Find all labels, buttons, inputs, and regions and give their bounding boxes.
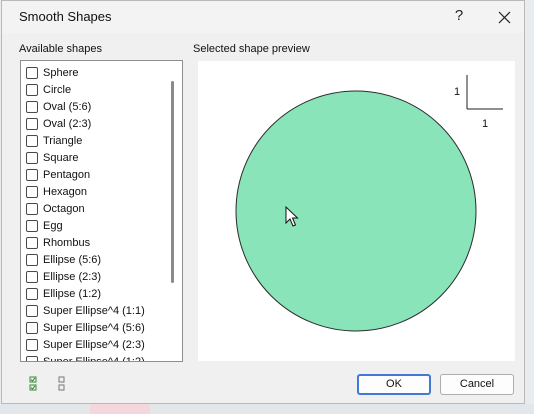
shape-label: Circle <box>43 83 72 96</box>
shape-label: Oval (5:6) <box>43 100 92 113</box>
shape-preview-panel: 1 1 <box>198 61 515 361</box>
close-button[interactable] <box>487 4 521 30</box>
list-scrollbar-thumb[interactable] <box>171 81 174 283</box>
check-all-button[interactable] <box>27 376 41 392</box>
cancel-button[interactable]: Cancel <box>440 374 514 395</box>
uncheck-all-icon <box>58 376 65 391</box>
shape-label: Octagon <box>43 202 85 215</box>
list-item[interactable]: Super Ellipse^4 (2:3) <box>26 336 145 353</box>
close-icon <box>498 11 511 24</box>
background-strip <box>0 404 534 414</box>
list-item[interactable]: Oval (5:6) <box>26 98 91 115</box>
shape-label: Rhombus <box>43 236 91 249</box>
list-item[interactable]: Super Ellipse^4 (1:1) <box>26 302 145 319</box>
shape-label: Ellipse (5:6) <box>43 253 102 266</box>
shape-checkbox[interactable] <box>26 185 38 198</box>
help-button[interactable]: ? <box>444 4 474 30</box>
list-item[interactable]: Oval (2:3) <box>26 115 91 132</box>
shape-checkbox[interactable] <box>26 287 38 300</box>
shape-label: Triangle <box>43 134 83 147</box>
shape-label: Ellipse (1:2) <box>43 287 102 300</box>
list-item[interactable]: Square <box>26 149 78 166</box>
shape-checkbox[interactable] <box>26 321 38 334</box>
shape-list[interactable]: Sphere Circle Oval (5:6) Oval (2:3) Triangle… <box>20 60 183 362</box>
shape-label: Ellipse (2:3) <box>43 270 102 283</box>
available-shapes-label: Available shapes <box>19 43 102 55</box>
list-item[interactable]: Rhombus <box>26 234 90 251</box>
smooth-shapes-dialog: Smooth Shapes ? Available shapes Selecte… <box>1 0 525 404</box>
shape-checkbox[interactable] <box>26 100 38 113</box>
shape-checkbox[interactable] <box>26 304 38 317</box>
list-item[interactable]: Super Ellipse^4 (5:6) <box>26 319 145 336</box>
background-strip-accent <box>90 404 150 414</box>
shape-label: Sphere <box>43 66 79 79</box>
dialog-title: Smooth Shapes <box>19 9 112 24</box>
shape-label: Super Ellipse^4 (1:1) <box>43 304 145 317</box>
shape-label: Super Ellipse^4 (5:6) <box>43 321 145 334</box>
list-item[interactable]: Sphere <box>26 64 78 81</box>
preview-label: Selected shape preview <box>193 43 310 55</box>
shape-checkbox[interactable] <box>26 134 38 147</box>
list-item[interactable]: Triangle <box>26 132 82 149</box>
preview-canvas: 1 1 <box>235 75 503 332</box>
scale-y-label: 1 <box>454 86 460 98</box>
title-bar: Smooth Shapes ? <box>2 1 524 33</box>
shape-label: Square <box>43 151 79 164</box>
shape-label: Super Ellipse^4 (2:3) <box>43 338 145 351</box>
shape-checkbox[interactable] <box>26 270 38 283</box>
list-item[interactable]: Ellipse (2:3) <box>26 268 101 285</box>
list-item[interactable]: Ellipse (1:2) <box>26 285 101 302</box>
shape-checkbox[interactable] <box>26 66 38 79</box>
shape-label: Egg <box>43 219 63 232</box>
list-item[interactable]: Pentagon <box>26 166 90 183</box>
uncheck-all-button[interactable] <box>55 376 69 392</box>
shape-checkbox[interactable] <box>26 202 38 215</box>
check-all-icon <box>29 376 37 391</box>
list-item[interactable]: Super Ellipse^4 (1:2) <box>26 353 145 362</box>
shape-checkbox[interactable] <box>26 338 38 351</box>
shape-label: Super Ellipse^4 (1:2) <box>43 355 145 362</box>
list-item[interactable]: Octagon <box>26 200 85 217</box>
shape-checkbox[interactable] <box>26 117 38 130</box>
shape-checkbox[interactable] <box>26 219 38 232</box>
list-item[interactable]: Ellipse (5:6) <box>26 251 101 268</box>
list-item[interactable]: Circle <box>26 81 71 98</box>
shape-checkbox[interactable] <box>26 355 38 361</box>
scale-x-label: 1 <box>482 118 488 130</box>
list-item[interactable]: Egg <box>26 217 63 234</box>
preview-shape-circle <box>235 90 477 332</box>
list-item[interactable]: Hexagon <box>26 183 87 200</box>
shape-checkbox[interactable] <box>26 168 38 181</box>
shape-label: Pentagon <box>43 168 91 181</box>
ok-button[interactable]: OK <box>357 374 431 395</box>
shape-label: Hexagon <box>43 185 88 198</box>
shape-label: Oval (2:3) <box>43 117 92 130</box>
shape-checkbox[interactable] <box>26 253 38 266</box>
shape-checkbox[interactable] <box>26 236 38 249</box>
shape-checkbox[interactable] <box>26 151 38 164</box>
shape-checkbox[interactable] <box>26 83 38 96</box>
